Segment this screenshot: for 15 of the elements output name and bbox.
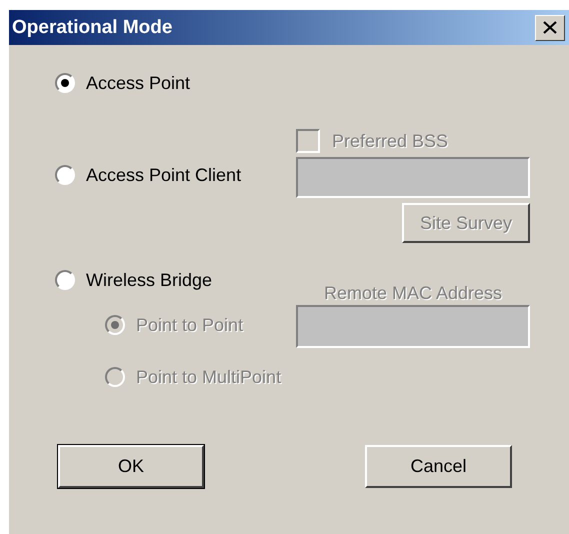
- radio-label: Point to Point: [136, 315, 244, 335]
- dialog-button[interactable]: OK: [58, 445, 204, 488]
- close-button[interactable]: [535, 14, 565, 40]
- radio-label: Point to MultiPoint: [136, 367, 282, 387]
- window-title: Operational Mode: [12, 18, 172, 37]
- close-icon: [543, 21, 557, 34]
- field-label: Remote MAC Address: [324, 283, 502, 303]
- dialog-button[interactable]: Cancel: [365, 445, 512, 488]
- radio-button[interactable]: [55, 73, 75, 93]
- radio-button[interactable]: [55, 165, 75, 185]
- checkbox-label: Preferred BSS: [332, 130, 448, 150]
- radio-label: Wireless Bridge: [86, 270, 212, 290]
- radio-label: Access Point Client: [86, 165, 242, 185]
- radio-label: Access Point: [86, 73, 190, 93]
- radio-button[interactable]: [55, 270, 75, 290]
